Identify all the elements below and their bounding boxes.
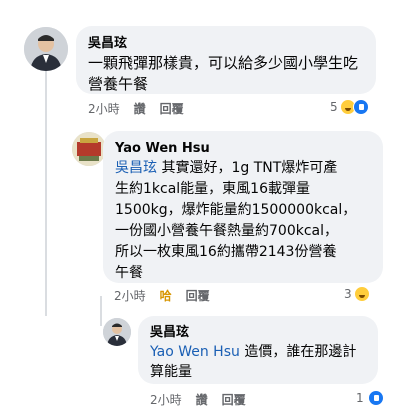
comment-line: 一顆飛彈那樣貴，可以給多少國小學生吃 bbox=[88, 54, 359, 72]
like-reaction-icon bbox=[352, 99, 369, 115]
comment-bubble: 吳昌玹 一顆飛彈那樣貴，可以給多少國小學生吃 營養午餐 bbox=[76, 26, 376, 94]
comment-actions: 2小時 讚 回覆 bbox=[150, 392, 246, 408]
reply-button[interactable]: 回覆 bbox=[160, 101, 184, 117]
reaction-summary[interactable]: 3 bbox=[344, 286, 370, 302]
like-button[interactable]: 讚 bbox=[134, 101, 146, 117]
comment-bubble: 吳昌玹 Yao Wen Hsu 造價，誰在那邊計 算能量 bbox=[138, 316, 378, 384]
like-reaction-icon bbox=[367, 390, 384, 406]
reaction-count: 5 bbox=[330, 100, 338, 114]
reaction-count: 3 bbox=[344, 287, 352, 301]
reply-button[interactable]: 回覆 bbox=[186, 288, 210, 304]
comment-line: 所以一枚東風16約攜帶2143份營養 bbox=[115, 244, 337, 260]
comment-line: 1500kg，爆炸能量約1500000kcal， bbox=[115, 202, 357, 218]
comment-line: 營養午餐 bbox=[88, 75, 149, 93]
comment-author[interactable]: Yao Wen Hsu bbox=[115, 140, 371, 158]
comment-author[interactable]: 吳昌玹 bbox=[150, 324, 366, 342]
comment-text: 一顆飛彈那樣貴，可以給多少國小學生吃 營養午餐 bbox=[88, 53, 364, 95]
avatar[interactable] bbox=[103, 318, 131, 346]
mention-tag[interactable]: 吳昌玹 bbox=[115, 160, 157, 176]
like-button[interactable]: 讚 bbox=[196, 392, 208, 408]
timestamp[interactable]: 2小時 bbox=[114, 288, 146, 304]
comment-bubble: Yao Wen Hsu 吳昌玹 其實還好，1g TNT爆炸可產 生約1kcal能… bbox=[103, 131, 383, 283]
comment-line: Yao Wen Hsu 造價，誰在那邊計 bbox=[150, 344, 357, 360]
thread-line bbox=[100, 296, 102, 326]
comment-line: 午餐 bbox=[115, 265, 143, 281]
comment-line: 生約1kcal能量，東風16載彈量 bbox=[115, 181, 310, 197]
like-button[interactable]: 哈 bbox=[160, 288, 172, 304]
reaction-summary[interactable]: 1 bbox=[356, 390, 384, 406]
comment-line: 一份國小營養午餐熱量約700kcal， bbox=[115, 223, 338, 239]
comment-actions: 2小時 讚 回覆 bbox=[88, 101, 184, 117]
comment-author[interactable]: 吳昌玹 bbox=[88, 35, 364, 53]
mention-tag[interactable]: Yao Wen Hsu bbox=[150, 344, 240, 360]
timestamp[interactable]: 2小時 bbox=[150, 392, 182, 408]
haha-reaction-icon bbox=[353, 286, 370, 302]
comment-text: Yao Wen Hsu 造價，誰在那邊計 算能量 bbox=[150, 342, 366, 382]
timestamp[interactable]: 2小時 bbox=[88, 101, 120, 117]
reaction-summary[interactable]: 5 bbox=[330, 99, 369, 115]
thread-line bbox=[45, 66, 47, 136]
comment-text: 吳昌玹 其實還好，1g TNT爆炸可產 生約1kcal能量，東風16載彈量 15… bbox=[115, 158, 371, 284]
comment-line: 吳昌玹 其實還好，1g TNT爆炸可產 bbox=[115, 160, 338, 176]
comment-actions: 2小時 哈 回覆 bbox=[114, 288, 210, 304]
avatar[interactable] bbox=[72, 132, 106, 166]
thread-line bbox=[45, 136, 47, 316]
reaction-count: 1 bbox=[356, 391, 364, 405]
reply-button[interactable]: 回覆 bbox=[222, 392, 246, 408]
comment-line: 算能量 bbox=[150, 364, 192, 380]
avatar[interactable] bbox=[24, 27, 68, 71]
